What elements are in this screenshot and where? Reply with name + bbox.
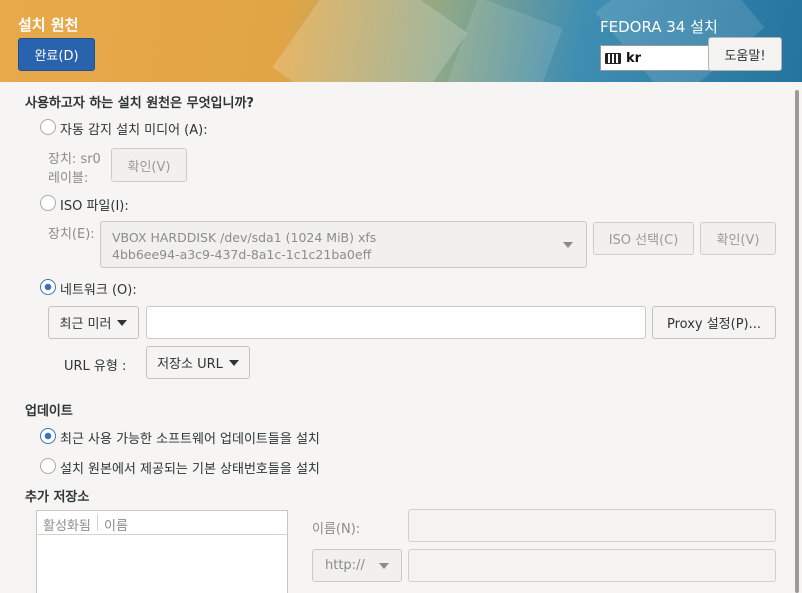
scrollbar[interactable]	[795, 90, 799, 593]
url-input[interactable]	[146, 306, 646, 339]
chevron-down-icon	[228, 359, 239, 366]
page-title: 설치 원천	[18, 16, 79, 34]
iso-device-line2: 4bb6ee94-a3c9-437d-8a1c-1c1c21ba0eff	[112, 247, 372, 262]
updates-latest-radio[interactable]	[40, 428, 56, 444]
network-radio[interactable]	[40, 279, 56, 295]
repo-protocol-value: http://	[325, 558, 365, 573]
url-type-value: 저장소 URL	[157, 357, 223, 372]
repos-title: 추가 저장소	[25, 490, 90, 505]
url-type-label: URL 유형 :	[64, 359, 127, 374]
updates-base-radio[interactable]	[40, 458, 56, 474]
updates-title: 업데이트	[25, 404, 73, 419]
done-button[interactable]: 완료(D)	[18, 38, 95, 71]
keyboard-icon	[605, 52, 621, 64]
iso-radio[interactable]	[40, 195, 56, 211]
iso-device-label: 장치(E):	[48, 227, 95, 242]
repo-url-input[interactable]	[408, 549, 776, 582]
chevron-down-icon	[378, 562, 389, 569]
mirror-protocol-value: 최근 미러	[59, 317, 112, 332]
help-button[interactable]: 도움말!	[708, 37, 782, 71]
keyboard-layout-indicator[interactable]: kr	[600, 45, 710, 71]
chevron-down-icon	[563, 242, 573, 248]
volume-label: 레이블:	[48, 171, 89, 186]
iso-device-line1: VBOX HARDDISK /dev/sda1 (1024 MiB) xfs	[112, 230, 377, 245]
repo-name-label: 이름(N):	[312, 522, 361, 537]
updates-latest-label: 최근 사용 가능한 소프트웨어 업데이트들을 설치	[60, 432, 320, 447]
column-divider	[97, 514, 98, 531]
chevron-down-icon	[117, 319, 128, 326]
iso-verify-button[interactable]: 확인(V)	[700, 222, 776, 255]
auto-verify-button[interactable]: 확인(V)	[111, 148, 187, 182]
repo-name-input[interactable]	[408, 509, 776, 542]
mirror-protocol-dropdown[interactable]: 최근 미러	[48, 306, 139, 339]
proxy-settings-button[interactable]: Proxy 설정(P)...	[652, 306, 776, 339]
auto-media-radio[interactable]	[40, 119, 56, 135]
header-bar: 설치 원천 완료(D) FEDORA 34 설치 kr 도움말!	[0, 0, 802, 82]
iso-select-button[interactable]: ISO 선택(C)	[593, 222, 694, 255]
column-name[interactable]: 이름	[104, 515, 128, 534]
device-label: 장치: sr0	[48, 152, 101, 167]
source-question: 사용하고자 하는 설치 원천은 무엇입니까?	[25, 96, 254, 111]
updates-base-label: 설치 원본에서 제공되는 기본 상태번호들을 설치	[60, 462, 320, 477]
repos-list[interactable]: 활성화됨 이름	[36, 510, 288, 593]
iso-label: ISO 파일(I):	[60, 199, 129, 214]
column-enabled[interactable]: 활성화됨	[43, 515, 91, 534]
product-title: FEDORA 34 설치	[600, 18, 718, 36]
iso-device-combo[interactable]: VBOX HARDDISK /dev/sda1 (1024 MiB) xfs 4…	[100, 221, 587, 268]
auto-media-label: 자동 감지 설치 미디어 (A):	[60, 123, 208, 138]
keyboard-layout-label: kr	[626, 50, 642, 66]
repos-list-header: 활성화됨 이름	[37, 511, 287, 535]
repo-protocol-dropdown[interactable]: http://	[312, 549, 402, 582]
url-type-dropdown[interactable]: 저장소 URL	[146, 346, 250, 379]
network-label: 네트워크 (O):	[60, 283, 137, 298]
